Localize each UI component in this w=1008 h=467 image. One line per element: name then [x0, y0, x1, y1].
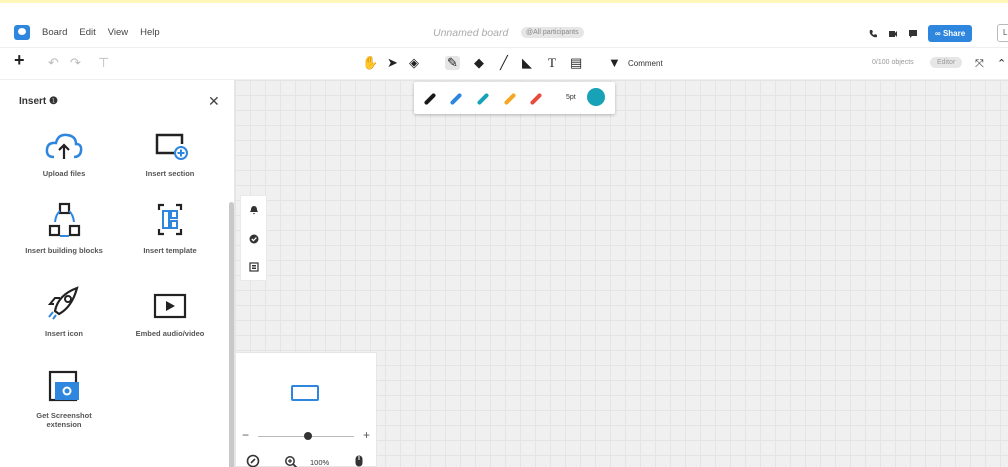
format-icon[interactable]: ⊤: [98, 56, 109, 70]
menu-items: Board Edit View Help: [42, 27, 160, 38]
eraser-icon[interactable]: ◈: [409, 56, 419, 70]
insert-title-text: Insert: [19, 96, 47, 107]
app-logo[interactable]: [14, 25, 30, 40]
add-icon[interactable]: +: [14, 51, 25, 69]
check-circle-icon[interactable]: [249, 234, 259, 244]
menu-bar: Board Edit View Help Unnamed board @All …: [0, 18, 1008, 48]
get-screenshot-extension-item[interactable]: Get Screenshot extension: [14, 369, 114, 429]
embed-audio-video-label: Embed audio/video: [135, 329, 205, 338]
participants-badge[interactable]: @All participants: [521, 27, 584, 38]
pen-color-teal[interactable]: [476, 92, 490, 106]
embed-audio-video-item[interactable]: Embed audio/video: [120, 287, 220, 338]
insert-template-label: Insert template: [143, 246, 197, 255]
minimap-viewport[interactable]: [291, 385, 319, 401]
cloud-upload-icon: [14, 127, 114, 161]
side-rail: [240, 195, 267, 281]
undo-icon[interactable]: ↶: [48, 56, 59, 70]
close-icon[interactable]: ✕: [208, 93, 220, 110]
list-icon[interactable]: [249, 262, 259, 272]
top-right-controls: ∞ Share: [868, 25, 973, 42]
toolbar: + ↶ ↷ ⊤ ✋ ➤ ◈ ✎ ◆ ╱ ◣ T ▤ ▼ Comment 0/10…: [0, 48, 1008, 80]
text-icon[interactable]: T: [548, 56, 556, 70]
menu-help[interactable]: Help: [140, 27, 160, 38]
pen-icon[interactable]: ✎: [445, 56, 460, 70]
pen-color-picker[interactable]: [587, 88, 605, 106]
avatar[interactable]: L: [997, 24, 1008, 42]
insert-panel: Insert ❶ ✕ Upload files Insert section I…: [0, 80, 235, 467]
objects-count: 0/100 objects: [872, 59, 914, 66]
play-icon: [120, 287, 220, 321]
get-screenshot-extension-label: Get Screenshot extension: [36, 411, 92, 429]
redo-icon[interactable]: ↷: [70, 56, 81, 70]
insert-title: Insert ❶: [19, 96, 58, 107]
video-icon[interactable]: [888, 29, 898, 39]
insert-building-blocks-label: Insert building blocks: [25, 246, 103, 255]
comment-icon[interactable]: ▼: [608, 56, 621, 70]
fullscreen-icon[interactable]: ⤧: [975, 57, 984, 71]
menu-board[interactable]: Board: [42, 27, 67, 38]
phone-icon[interactable]: [868, 29, 878, 39]
building-blocks-icon: [14, 202, 114, 238]
editor-badge[interactable]: Editor: [930, 57, 963, 68]
top-banner: [0, 0, 1008, 18]
insert-icon-item[interactable]: Insert icon: [14, 286, 114, 338]
insert-template-item[interactable]: Insert template: [120, 203, 220, 255]
share-label: Share: [942, 29, 966, 38]
zoom-slider-knob[interactable]: [304, 432, 312, 440]
upload-files-item[interactable]: Upload files: [14, 127, 114, 178]
pen-color-red[interactable]: [529, 92, 543, 106]
navigator-panel: − + 100%: [235, 352, 377, 467]
template-icon: [120, 203, 220, 238]
link-icon: ∞: [935, 29, 943, 38]
shapes-icon[interactable]: ◣: [522, 56, 532, 70]
menu-edit[interactable]: Edit: [79, 27, 95, 38]
line-icon[interactable]: ╱: [500, 56, 508, 70]
mouse-icon[interactable]: [354, 454, 364, 467]
share-button[interactable]: ∞ Share: [928, 25, 973, 42]
fit-view-icon[interactable]: [246, 454, 260, 467]
section-icon: [120, 127, 220, 161]
insert-icon-label: Insert icon: [45, 329, 83, 338]
insert-section-label: Insert section: [145, 169, 195, 178]
board-title[interactable]: Unnamed board: [433, 27, 508, 39]
collapse-icon[interactable]: ⌃: [997, 57, 1006, 71]
zoom-in-icon[interactable]: +: [363, 428, 370, 442]
zoom-percentage[interactable]: 100%: [310, 458, 329, 467]
zoom-magnifier-icon[interactable]: [284, 455, 298, 467]
zoom-out-icon[interactable]: −: [242, 428, 249, 442]
marker-icon[interactable]: ◆: [474, 56, 484, 70]
bell-icon[interactable]: [249, 205, 259, 215]
pointer-icon[interactable]: ➤: [387, 56, 398, 70]
pen-options-panel: 5pt: [414, 82, 615, 114]
pen-color-black[interactable]: [423, 92, 437, 106]
menu-view[interactable]: View: [108, 27, 128, 38]
comment-button[interactable]: Comment: [628, 59, 663, 68]
insert-panel-scrollbar[interactable]: [229, 202, 234, 467]
upload-files-label: Upload files: [42, 169, 86, 178]
note-icon[interactable]: ▤: [570, 56, 582, 70]
rocket-icon: [14, 286, 114, 321]
pen-size[interactable]: 5pt: [566, 94, 576, 101]
hand-icon[interactable]: ✋: [362, 56, 378, 70]
insert-building-blocks-item[interactable]: Insert building blocks: [14, 202, 114, 255]
info-icon[interactable]: ❶: [49, 96, 58, 107]
chat-icon[interactable]: [908, 29, 918, 39]
screenshot-icon: [14, 369, 114, 403]
insert-section-item[interactable]: Insert section: [120, 127, 220, 178]
pen-color-blue[interactable]: [449, 92, 463, 106]
pen-color-orange[interactable]: [503, 92, 517, 106]
